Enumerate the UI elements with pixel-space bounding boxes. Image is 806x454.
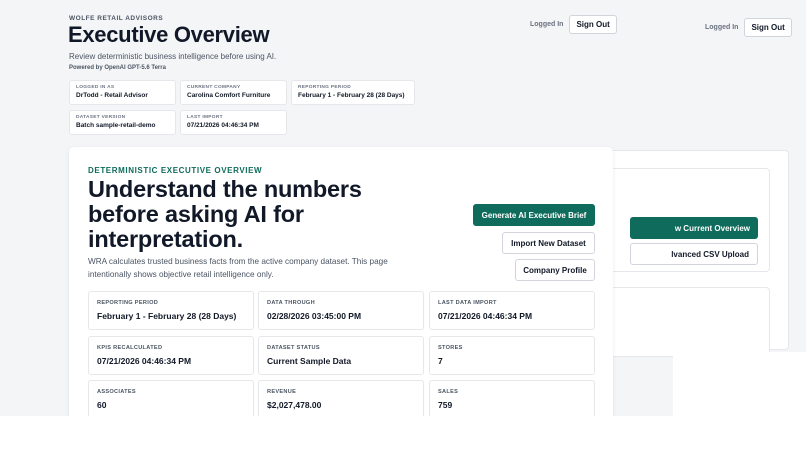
page-title: Executive Overview [68,22,270,47]
kpi-value: February 1 - February 28 (28 Days) [97,311,237,321]
kpi-associates: ASSOCIATES 60 [88,380,254,416]
kpi-value: $2,027,478.00 [267,400,322,410]
meta-label: CURRENT COMPANY [187,85,241,90]
logged-in-label: Logged In [530,21,564,28]
generate-ai-brief-button[interactable]: Generate AI Executive Brief [473,204,595,226]
kpi-label: REPORTING PERIOD [97,300,159,306]
kpi-value: 759 [438,400,453,410]
kpi-dataset-status: DATASET STATUS Current Sample Data [258,336,424,375]
kpi-label: ASSOCIATES [97,389,136,395]
kpi-reporting-period: REPORTING PERIOD February 1 - February 2… [88,291,254,330]
kpi-label: LAST DATA IMPORT [438,300,497,306]
meta-label: DATASET VERSION [76,115,126,120]
meta-value: Carolina Comfort Furniture [187,92,271,99]
page-subtitle: Review deterministic business intelligen… [69,52,277,61]
overview-headline: Understand the numbers before asking AI … [88,176,362,252]
meta-value: DrTodd - Retail Advisor [76,92,148,99]
blank-area [673,352,806,416]
advanced-csv-upload-button[interactable]: lvanced CSV Upload [630,243,758,265]
kpi-label: DATASET STATUS [267,345,320,351]
kpi-value: 02/28/2026 03:45:00 PM [267,311,362,321]
logged-in-label: Logged In [705,24,739,31]
kpi-label: DATA THROUGH [267,300,315,306]
powered-by-label: Powered by OpenAI GPT-5.6 Terra [69,65,166,71]
blank-footer-area [0,416,806,454]
app-stage: w Current Overview lvanced CSV Upload WO… [0,0,806,416]
meta-value: Batch sample-retail-demo [76,122,156,129]
meta-value: February 1 - February 28 (28 Days) [298,92,405,99]
background-panel-section [600,287,770,357]
user-bar-secondary: Logged In Sign Out [705,18,792,37]
view-current-overview-button[interactable]: w Current Overview [630,217,758,239]
kpi-label: REVENUE [267,389,297,395]
kpi-kpis-recalculated: KPIS RECALCULATED 07/21/2026 04:46:34 PM [88,336,254,375]
meta-label: REPORTING PERIOD [298,85,352,90]
company-profile-button[interactable]: Company Profile [515,259,595,281]
kpi-label: STORES [438,345,463,351]
overview-eyebrow: DETERMINISTIC EXECUTIVE OVERVIEW [88,166,263,175]
kpi-value: 07/21/2026 04:46:34 PM [438,311,533,321]
kpi-data-through: DATA THROUGH 02/28/2026 03:45:00 PM [258,291,424,330]
kpi-value: 07/21/2026 04:46:34 PM [97,356,192,366]
meta-value: 07/21/2026 04:46:34 PM [187,122,259,129]
kpi-value: 60 [97,400,107,410]
kpi-revenue: REVENUE $2,027,478.00 [258,380,424,416]
sign-out-button[interactable]: Sign Out [569,15,617,34]
kpi-label: SALES [438,389,459,395]
user-bar: Logged In Sign Out [530,15,617,34]
kpi-last-data-import: LAST DATA IMPORT 07/21/2026 04:46:34 PM [429,291,595,330]
meta-current-company: CURRENT COMPANY Carolina Comfort Furnitu… [180,80,287,105]
overview-description: WRA calculates trusted business facts fr… [88,257,388,279]
brand-name: WOLFE RETAIL ADVISORS [69,15,164,22]
sign-out-button[interactable]: Sign Out [744,18,792,37]
meta-label: LOGGED IN AS [76,85,115,90]
meta-last-import: LAST IMPORT 07/21/2026 04:46:34 PM [180,110,287,135]
meta-label: LAST IMPORT [187,115,223,120]
meta-logged-in-as: LOGGED IN AS DrTodd - Retail Advisor [69,80,176,105]
kpi-label: KPIS RECALCULATED [97,345,163,351]
kpi-value: 7 [438,356,443,366]
import-dataset-button[interactable]: Import New Dataset [502,232,595,254]
kpi-sales: SALES 759 [429,380,595,416]
kpi-stores: STORES 7 [429,336,595,375]
kpi-value: Current Sample Data [267,356,352,366]
meta-reporting-period: REPORTING PERIOD February 1 - February 2… [291,80,415,105]
meta-dataset-version: DATASET VERSION Batch sample-retail-demo [69,110,176,135]
